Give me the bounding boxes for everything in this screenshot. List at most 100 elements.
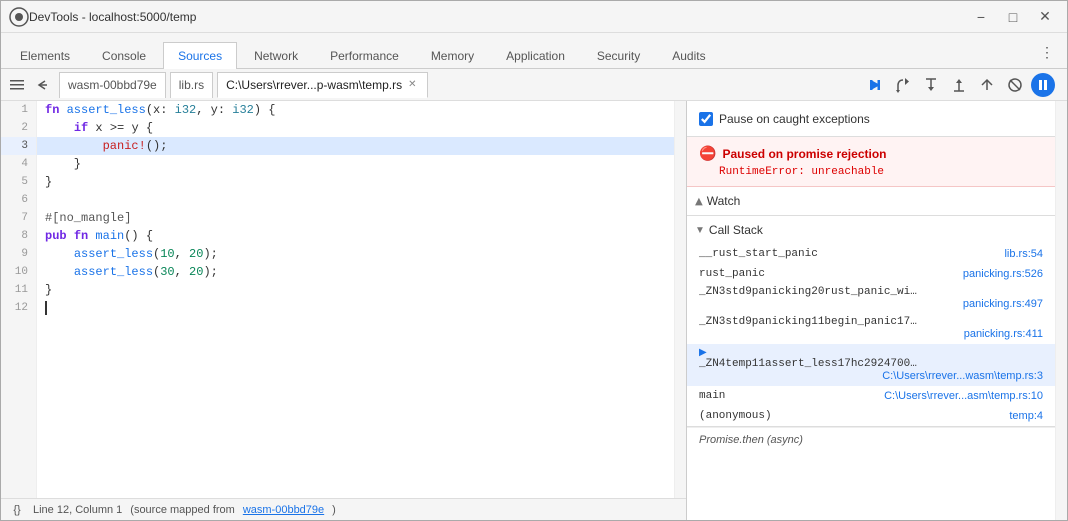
tab-memory[interactable]: Memory [416, 42, 489, 69]
code-line-9: assert_less(10, 20); [37, 245, 674, 263]
editor-pane: 1 2 3 4 5 6 7 8 9 10 11 12 fn asse [1, 101, 687, 520]
file-tab-wasm[interactable]: wasm-00bbd79e [59, 72, 166, 98]
toggle-sidebar-button[interactable] [5, 73, 29, 97]
error-icon: ⛔ [699, 145, 716, 162]
stack-item-4[interactable]: ▶_ZN4temp11assert_less17hc29247008ddc912… [687, 344, 1055, 386]
sidebar-icon [9, 77, 25, 93]
file-tab-librs[interactable]: lib.rs [170, 72, 213, 98]
tab-extra-icons: ⋮ [1027, 40, 1067, 64]
tab-sources[interactable]: Sources [163, 42, 237, 69]
code-editor[interactable]: 1 2 3 4 5 6 7 8 9 10 11 12 fn asse [1, 101, 686, 498]
code-line-3: panic!(); [37, 137, 674, 155]
resume-button[interactable] [863, 73, 887, 97]
devtools-icon [9, 7, 29, 27]
cursor-position: Line 12, Column 1 [33, 504, 122, 516]
code-line-2: if x >= y { [37, 119, 674, 137]
right-main[interactable]: Pause on caught exceptions ⛔ Paused on p… [687, 101, 1055, 520]
status-bar: {} Line 12, Column 1 (source mapped from… [1, 498, 686, 520]
sources-toolbar: wasm-00bbd79e lib.rs C:\Users\rrever...p… [1, 69, 1067, 101]
stack-loc-4[interactable]: C:\Users\rrever...wasm\temp.rs:3 [699, 370, 1043, 382]
step-over-button[interactable] [891, 73, 915, 97]
back-button[interactable] [31, 73, 55, 97]
call-stack-header[interactable]: ▼ Call Stack [687, 216, 1055, 244]
code-line-5: } [37, 173, 674, 191]
promise-row: Promise.then (async) [687, 427, 1055, 451]
stack-fn-2: _ZN3std9panicking20rust_panic_with_hook1… [699, 286, 919, 298]
step-into-button[interactable] [919, 73, 943, 97]
step-into-icon [923, 77, 939, 93]
code-line-10: assert_less(30, 20); [37, 263, 674, 281]
tab-audits[interactable]: Audits [657, 42, 720, 69]
line-num-10: 10 [1, 263, 36, 281]
stack-loc-3[interactable]: panicking.rs:411 [699, 328, 1043, 340]
line-num-11: 11 [1, 281, 36, 299]
stack-fn-0: __rust_start_panic [699, 248, 818, 260]
source-map-suffix: ) [332, 504, 336, 516]
file-tab-temprs[interactable]: C:\Users\rrever...p-wasm\temp.rs ✕ [217, 72, 427, 98]
stack-item-6[interactable]: (anonymous) temp:4 [687, 406, 1055, 426]
stack-loc-1[interactable]: panicking.rs:526 [963, 268, 1043, 280]
line-num-2: 2 [1, 119, 36, 137]
stack-loc-2[interactable]: panicking.rs:497 [699, 298, 1043, 310]
watch-label: Watch [707, 194, 741, 208]
line-numbers: 1 2 3 4 5 6 7 8 9 10 11 12 [1, 101, 37, 498]
maximize-button[interactable]: □ [999, 7, 1027, 27]
resume-icon [867, 77, 883, 93]
right-scrollbar[interactable] [1055, 101, 1067, 520]
pause-caught-checkbox[interactable] [699, 112, 713, 126]
stack-item-0[interactable]: __rust_start_panic lib.rs:54 [687, 244, 1055, 264]
stack-fn-3: _ZN3std9panicking11begin_panic17hf8bbc13… [699, 316, 919, 328]
tab-performance[interactable]: Performance [315, 42, 414, 69]
stack-fn-4: _ZN4temp11assert_less17hc29247008ddc9121… [699, 358, 919, 370]
minimize-button[interactable]: − [967, 7, 995, 27]
tab-console[interactable]: Console [87, 42, 161, 69]
step-icon [979, 77, 995, 93]
tab-elements[interactable]: Elements [5, 42, 85, 69]
pretty-print-button[interactable]: {} [9, 502, 25, 518]
main-content: 1 2 3 4 5 6 7 8 9 10 11 12 fn asse [1, 101, 1067, 520]
line-num-9: 9 [1, 245, 36, 263]
window-title: DevTools - localhost:5000/temp [29, 10, 967, 24]
tab-network[interactable]: Network [239, 42, 313, 69]
line-num-5: 5 [1, 173, 36, 191]
stack-loc-6[interactable]: temp:4 [1009, 410, 1043, 422]
step-over-icon [895, 77, 911, 93]
stack-loc-0[interactable]: lib.rs:54 [1004, 248, 1043, 260]
right-panel: Pause on caught exceptions ⛔ Paused on p… [687, 101, 1067, 520]
error-message: RuntimeError: unreachable [699, 166, 1043, 178]
line-num-6: 6 [1, 191, 36, 209]
watch-header[interactable]: ▶ Watch [687, 187, 1055, 215]
tab-application[interactable]: Application [491, 42, 580, 69]
call-stack-label: Call Stack [709, 223, 763, 237]
stack-item-5[interactable]: main C:\Users\rrever...asm\temp.rs:10 [687, 386, 1055, 406]
step-out-button[interactable] [947, 73, 971, 97]
editor-scrollbar[interactable] [674, 101, 686, 498]
stack-item-1[interactable]: rust_panic panicking.rs:526 [687, 264, 1055, 284]
deactivate-breakpoints-button[interactable] [1003, 73, 1027, 97]
active-stack-indicator: ▶ [699, 347, 707, 358]
customize-devtools-button[interactable]: ⋮ [1035, 40, 1059, 64]
file-tab-temprs-label: C:\Users\rrever...p-wasm\temp.rs [226, 78, 402, 92]
call-stack-chevron-icon: ▼ [695, 225, 705, 236]
back-icon [35, 77, 51, 93]
window-controls: − □ ✕ [967, 7, 1059, 27]
stack-loc-5[interactable]: C:\Users\rrever...asm\temp.rs:10 [884, 390, 1043, 402]
stack-item-2[interactable]: _ZN3std9panicking20rust_panic_with_hook1… [687, 284, 1055, 314]
devtools-window: DevTools - localhost:5000/temp − □ ✕ Ele… [0, 0, 1068, 521]
file-tab-wasm-label: wasm-00bbd79e [68, 78, 157, 92]
stack-fn-5: main [699, 390, 725, 402]
pause-on-exceptions-button[interactable] [1031, 73, 1055, 97]
line-num-1: 1 [1, 101, 36, 119]
watch-section: ▶ Watch [687, 187, 1055, 216]
file-tab-close-button[interactable]: ✕ [406, 78, 418, 91]
file-tab-librs-label: lib.rs [179, 78, 204, 92]
pause-exceptions-row: Pause on caught exceptions [687, 101, 1055, 137]
tab-security[interactable]: Security [582, 42, 655, 69]
step-button[interactable] [975, 73, 999, 97]
step-out-icon [951, 77, 967, 93]
stack-item-3[interactable]: _ZN3std9panicking11begin_panic17hf8bbc13… [687, 314, 1055, 344]
close-button[interactable]: ✕ [1031, 7, 1059, 27]
pause-icon [1035, 77, 1051, 93]
source-map-link[interactable]: wasm-00bbd79e [243, 504, 324, 516]
code-lines: fn assert_less(x: i32, y: i32) { if x >=… [37, 101, 674, 498]
